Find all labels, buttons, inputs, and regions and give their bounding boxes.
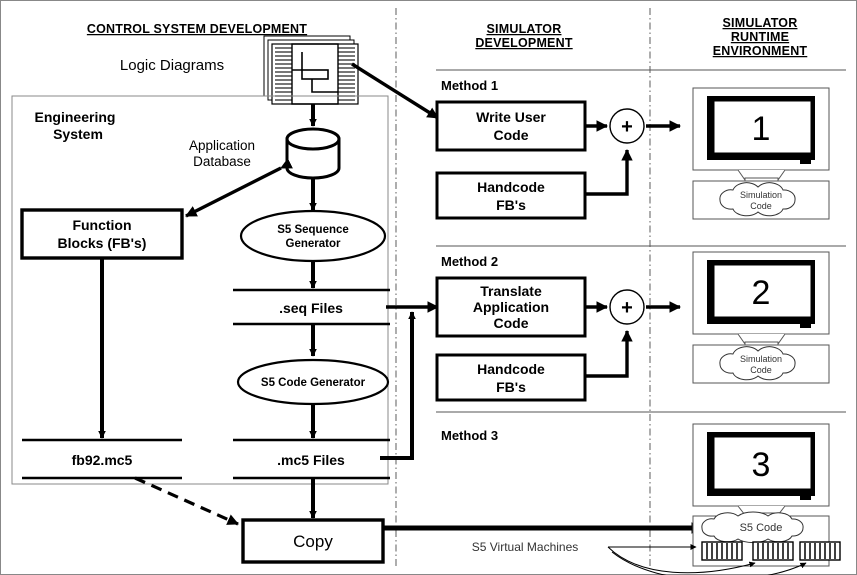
copy-label: Copy <box>293 532 333 551</box>
arrow-database-functionblocks <box>185 158 293 218</box>
s5-sequence-generator-label-line2: Generator <box>286 238 341 250</box>
seq-files-label: .seq Files <box>279 300 343 316</box>
logic-diagrams-icon <box>263 35 359 105</box>
computer-method3-number: 3 <box>752 446 771 484</box>
fb92-label: fb92.mc5 <box>72 452 133 468</box>
translate-label-line3: Code <box>494 315 529 331</box>
header-control-system-development: CONTROL SYSTEM DEVELOPMENT <box>87 22 307 36</box>
method-3-label: Method 3 <box>441 428 498 443</box>
arrow-handcode-to-adder2 <box>585 330 633 378</box>
simulation-code-label-m1-line2: Code <box>750 201 772 211</box>
write-user-code-label-line2: Code <box>494 127 529 143</box>
virtual-machine-block-3[interactable] <box>799 541 841 561</box>
adder-method1-symbol: + <box>621 116 633 138</box>
function-blocks-label-line1: Function <box>72 217 131 233</box>
method-2-label: Method 2 <box>441 254 498 269</box>
application-database-label-line1: Application <box>189 138 255 153</box>
simulation-code-label-m1-line1: Simulation <box>740 190 782 200</box>
header-simulator-development-line2: DEVELOPMENT <box>475 36 573 50</box>
header-runtime-line1: SIMULATOR <box>723 16 798 30</box>
virtual-machine-block-1[interactable] <box>701 541 743 561</box>
engineering-system-label-line2: System <box>53 126 103 142</box>
computer-method2-number: 2 <box>752 274 771 312</box>
arrow-logic-to-write-user-code <box>351 62 439 120</box>
header-runtime-line3: ENVIRONMENT <box>713 44 808 58</box>
handcode-fbs-label-m1-line2: FB's <box>496 197 526 213</box>
s5-sequence-generator-label-line1: S5 Sequence <box>277 224 349 236</box>
header-simulator-development-line1: SIMULATOR <box>487 22 562 36</box>
engineering-system-label-line1: Engineering <box>35 109 116 125</box>
logic-diagrams-label: Logic Diagrams <box>120 57 224 74</box>
adder-method2-symbol: + <box>621 297 633 319</box>
header-runtime-line2: RUNTIME <box>731 30 789 44</box>
application-database-label-line2: Database <box>193 154 251 169</box>
simulation-code-label-m2-line2: Code <box>750 365 772 375</box>
process-flow-diagram: CONTROL SYSTEM DEVELOPMENT SIMULATOR DEV… <box>0 0 857 575</box>
translate-label-line2: Application <box>473 299 549 315</box>
virtual-machine-block-2[interactable] <box>752 541 794 561</box>
mc5-files-label: .mc5 Files <box>277 452 345 468</box>
simulation-code-label-m2-line1: Simulation <box>740 354 782 364</box>
translate-label-line1: Translate <box>480 283 542 299</box>
handcode-fbs-label-m1-line1: Handcode <box>477 179 545 195</box>
function-blocks-label-line2: Blocks (FB's) <box>58 235 147 251</box>
s5-sequence-generator-ellipse[interactable] <box>239 209 387 263</box>
diagram-canvas: CONTROL SYSTEM DEVELOPMENT SIMULATOR DEV… <box>0 0 857 575</box>
s5-virtual-machines-label: S5 Virtual Machines <box>472 540 579 554</box>
method-1-label: Method 1 <box>441 78 498 93</box>
computer-method1-number: 1 <box>752 110 771 148</box>
handcode-fbs-label-m2-line2: FB's <box>496 379 526 395</box>
handcode-fbs-label-m2-line1: Handcode <box>477 361 545 377</box>
arrow-handcode-to-adder1 <box>585 149 633 196</box>
database-cylinder-icon <box>285 127 341 180</box>
s5-code-generator-label: S5 Code Generator <box>261 377 366 389</box>
s5-code-cloud-label: S5 Code <box>740 522 783 534</box>
arrow-fb92-to-copy-dashed <box>134 476 239 526</box>
write-user-code-label-line1: Write User <box>476 109 546 125</box>
